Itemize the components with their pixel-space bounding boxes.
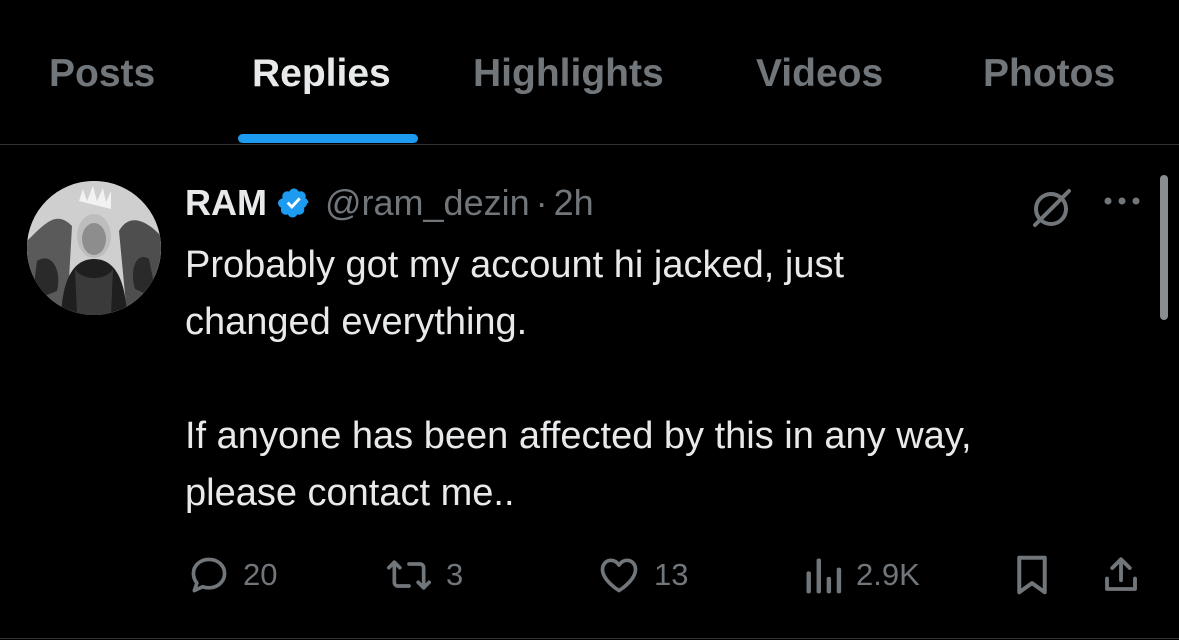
reply-count: 20	[243, 557, 278, 592]
heart-icon	[596, 553, 642, 597]
tweet[interactable]: RAM @ram_dezin · 2h Probably got my acco…	[0, 145, 1179, 640]
verified-badge-icon	[277, 186, 311, 220]
timestamp[interactable]: 2h	[554, 182, 594, 224]
reply-icon	[187, 553, 231, 597]
retweet-icon	[384, 553, 434, 597]
scrollbar[interactable]	[1160, 175, 1168, 320]
profile-tabs: Posts Replies Highlights Videos Photos	[0, 0, 1179, 145]
like-count: 13	[654, 557, 689, 592]
tweet-text: Probably got my account hi jacked, just …	[185, 244, 972, 514]
user-handle[interactable]: @ram_dezin	[325, 182, 530, 224]
display-name[interactable]: RAM	[185, 182, 267, 224]
retweet-count: 3	[446, 557, 464, 592]
separator-dot: ·	[535, 182, 548, 223]
views-count: 2.9K	[856, 557, 920, 592]
avatar[interactable]	[27, 181, 161, 315]
views-button[interactable]: 2.9K	[802, 553, 920, 597]
reply-button[interactable]: 20	[187, 553, 277, 597]
tab-videos[interactable]: Videos	[756, 52, 883, 96]
bookmark-icon	[1012, 553, 1052, 597]
tab-posts[interactable]: Posts	[49, 52, 155, 96]
bookmark-button[interactable]	[1012, 553, 1052, 597]
bottom-divider	[0, 638, 1179, 639]
grok-icon[interactable]	[1027, 185, 1075, 233]
views-icon	[802, 553, 844, 597]
tweet-header: RAM @ram_dezin · 2h	[185, 181, 594, 225]
retweet-button[interactable]: 3	[384, 553, 463, 597]
tab-replies[interactable]: Replies	[252, 52, 391, 96]
avatar-image	[27, 181, 161, 315]
tab-photos[interactable]: Photos	[983, 52, 1115, 96]
share-button[interactable]	[1100, 553, 1142, 597]
active-tab-indicator	[238, 134, 418, 143]
tab-highlights[interactable]: Highlights	[473, 52, 664, 96]
more-icon[interactable]	[1100, 191, 1144, 211]
share-icon	[1100, 553, 1142, 597]
like-button[interactable]: 13	[596, 553, 688, 597]
